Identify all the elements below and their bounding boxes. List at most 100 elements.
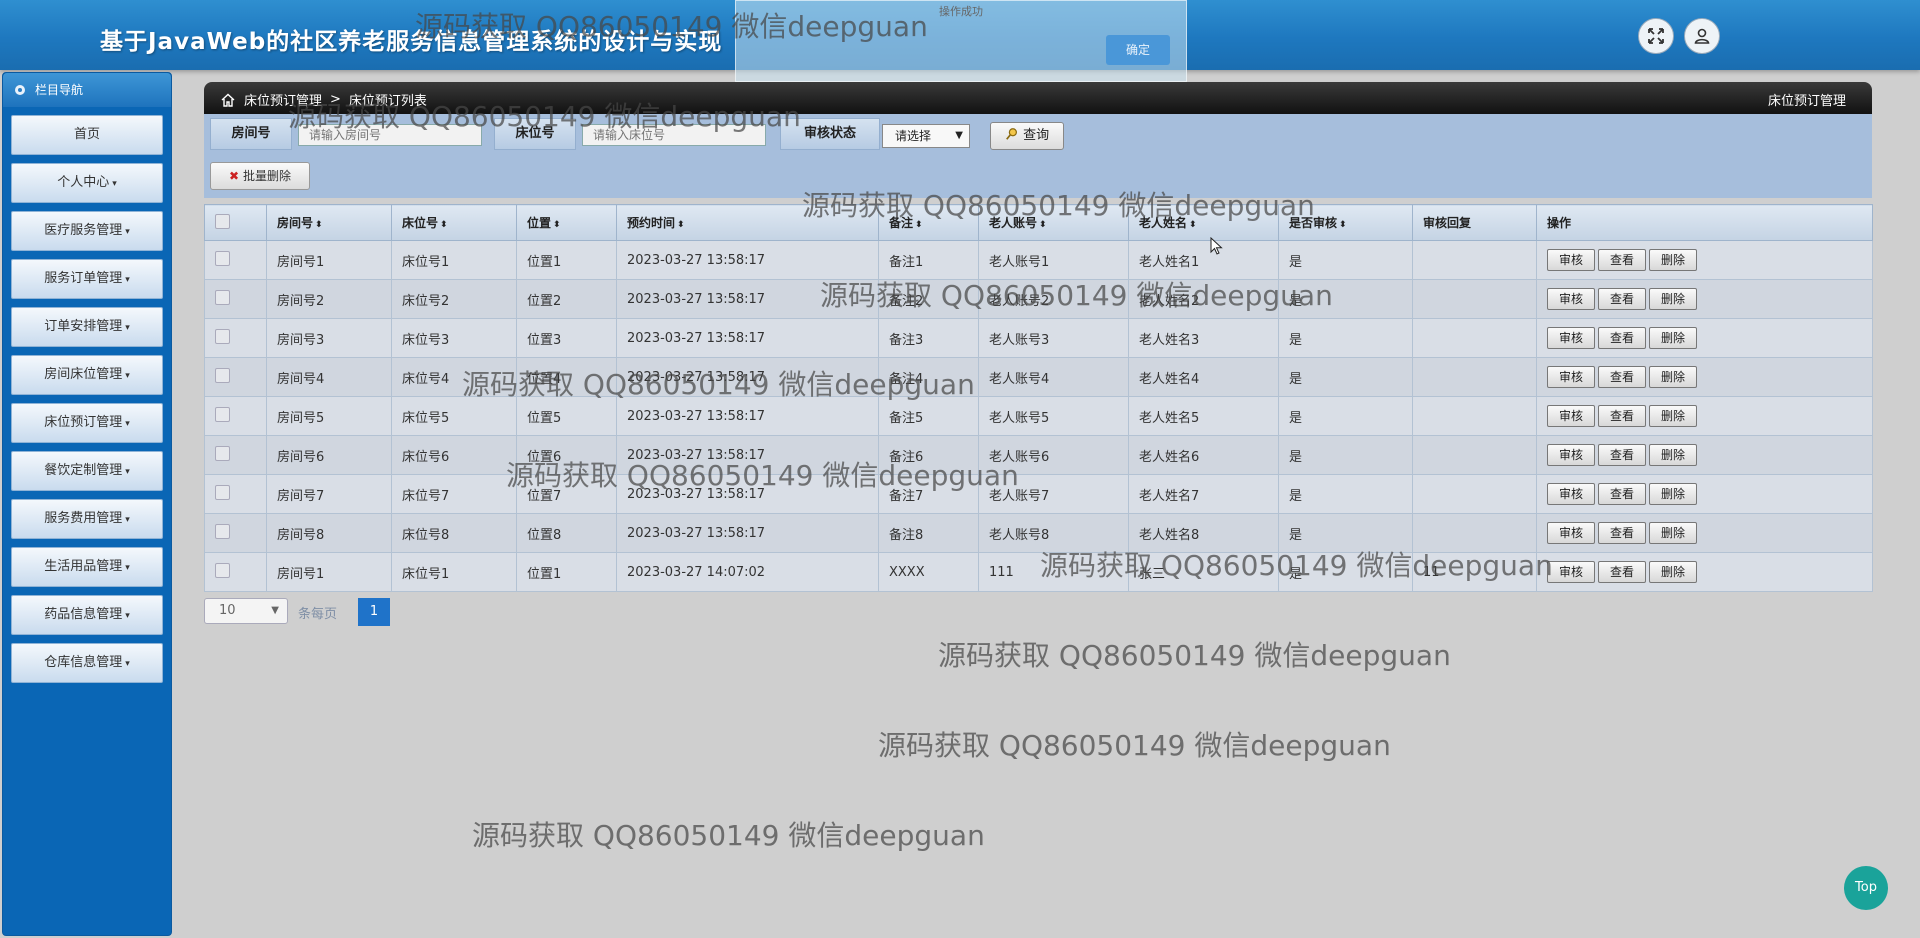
table-row: 房间号7 床位号7 位置7 2023-03-27 13:58:17 备注7 老人账号7 老人… bbox=[204, 474, 1873, 514]
table-cell bbox=[1412, 474, 1537, 514]
caret-down-icon: ▾ bbox=[112, 179, 117, 189]
select-all-checkbox[interactable] bbox=[215, 213, 230, 229]
page-size-value: 10 bbox=[219, 603, 236, 618]
chevron-down-icon: ▼ bbox=[955, 130, 963, 141]
review-button[interactable]: 审核 bbox=[1547, 249, 1595, 271]
row-checkbox[interactable] bbox=[215, 484, 230, 500]
review-button[interactable]: 审核 bbox=[1547, 288, 1595, 310]
bed-input[interactable] bbox=[582, 124, 766, 146]
delete-button[interactable]: 删除 bbox=[1649, 249, 1697, 271]
review-button[interactable]: 审核 bbox=[1547, 327, 1595, 349]
table-cell: 11 bbox=[1412, 552, 1537, 592]
search-button[interactable]: 查询 bbox=[990, 122, 1064, 150]
sidebar-item[interactable]: 仓库信息管理 ▾ bbox=[11, 643, 163, 683]
sidebar-item[interactable]: 房间床位管理 ▾ bbox=[11, 355, 163, 395]
col-elder-name[interactable]: 老人姓名 ⬍ bbox=[1128, 204, 1279, 241]
select-all-cell bbox=[204, 204, 267, 241]
sidebar-item[interactable]: 首页 bbox=[11, 115, 163, 155]
table-cell: 老人姓名1 bbox=[1128, 240, 1279, 280]
row-select-cell bbox=[204, 552, 267, 592]
row-select-cell bbox=[204, 318, 267, 358]
col-location[interactable]: 位置 ⬍ bbox=[516, 204, 617, 241]
delete-button[interactable]: 删除 bbox=[1649, 444, 1697, 466]
col-room[interactable]: 房间号 ⬍ bbox=[266, 204, 392, 241]
view-button[interactable]: 查看 bbox=[1598, 366, 1646, 388]
row-checkbox[interactable] bbox=[215, 367, 230, 383]
view-button[interactable]: 查看 bbox=[1598, 327, 1646, 349]
review-button[interactable]: 审核 bbox=[1547, 444, 1595, 466]
search-form: 房间号 床位号 审核状态 请选择 ▼ 查询 ✖批量删除 bbox=[204, 114, 1872, 198]
user-button[interactable] bbox=[1684, 18, 1720, 54]
delete-button[interactable]: 删除 bbox=[1649, 288, 1697, 310]
col-bed[interactable]: 床位号 ⬍ bbox=[391, 204, 517, 241]
search-button-label: 查询 bbox=[1023, 128, 1050, 143]
row-checkbox[interactable] bbox=[215, 250, 230, 266]
row-checkbox[interactable] bbox=[215, 562, 230, 578]
view-button[interactable]: 查看 bbox=[1598, 483, 1646, 505]
table-cell: 老人姓名4 bbox=[1128, 357, 1279, 397]
caret-down-icon: ▾ bbox=[125, 323, 130, 333]
row-checkbox[interactable] bbox=[215, 406, 230, 422]
sidebar-item-label: 餐饮定制管理 bbox=[44, 463, 123, 478]
sidebar-item[interactable]: 餐饮定制管理 ▾ bbox=[11, 451, 163, 491]
batch-delete-button[interactable]: ✖ 批量删除 bbox=[210, 162, 310, 190]
back-to-top-button[interactable]: Top bbox=[1844, 866, 1888, 910]
delete-button[interactable]: 删除 bbox=[1649, 522, 1697, 544]
table-cell: 是 bbox=[1278, 435, 1413, 475]
table-cell: 床位号3 bbox=[391, 318, 517, 358]
sidebar-item[interactable]: 医疗服务管理 ▾ bbox=[11, 211, 163, 251]
status-select[interactable]: 请选择 ▼ bbox=[882, 124, 970, 148]
review-button[interactable]: 审核 bbox=[1547, 561, 1595, 583]
delete-button[interactable]: 删除 bbox=[1649, 483, 1697, 505]
sidebar-item[interactable]: 个人中心 ▾ bbox=[11, 163, 163, 203]
view-button[interactable]: 查看 bbox=[1598, 444, 1646, 466]
caret-down-icon: ▾ bbox=[125, 419, 130, 429]
col-elder-account[interactable]: 老人账号 ⬍ bbox=[978, 204, 1129, 241]
review-button[interactable]: 审核 bbox=[1547, 405, 1595, 427]
row-checkbox[interactable] bbox=[215, 523, 230, 539]
table-cell bbox=[1412, 357, 1537, 397]
sidebar-item[interactable]: 订单安排管理 ▾ bbox=[11, 307, 163, 347]
sort-icon: ⬍ bbox=[915, 220, 923, 230]
table-cell: 床位号1 bbox=[391, 552, 517, 592]
review-button[interactable]: 审核 bbox=[1547, 366, 1595, 388]
row-checkbox[interactable] bbox=[215, 289, 230, 305]
fullscreen-button[interactable] bbox=[1638, 18, 1674, 54]
sidebar-item[interactable]: 药品信息管理 ▾ bbox=[11, 595, 163, 635]
view-button[interactable]: 查看 bbox=[1598, 249, 1646, 271]
delete-button[interactable]: 删除 bbox=[1649, 327, 1697, 349]
sidebar-item-label: 药品信息管理 bbox=[44, 607, 123, 622]
col-note[interactable]: 备注 ⬍ bbox=[878, 204, 979, 241]
col-reviewed[interactable]: 是否审核 ⬍ bbox=[1278, 204, 1413, 241]
toast-confirm-button[interactable]: 确定 bbox=[1106, 35, 1170, 65]
delete-button[interactable]: 删除 bbox=[1649, 561, 1697, 583]
sidebar-item[interactable]: 生活用品管理 ▾ bbox=[11, 547, 163, 587]
row-actions: 审核 查看 删除 bbox=[1536, 396, 1873, 436]
page-number-button[interactable]: 1 bbox=[358, 598, 390, 626]
view-button[interactable]: 查看 bbox=[1598, 405, 1646, 427]
sidebar-item[interactable]: 服务订单管理 ▾ bbox=[11, 259, 163, 299]
view-button[interactable]: 查看 bbox=[1598, 522, 1646, 544]
view-button[interactable]: 查看 bbox=[1598, 561, 1646, 583]
home-icon[interactable] bbox=[220, 92, 236, 108]
table-cell: 2023-03-27 13:58:17 bbox=[616, 435, 879, 475]
delete-button[interactable]: 删除 bbox=[1649, 405, 1697, 427]
review-button[interactable]: 审核 bbox=[1547, 522, 1595, 544]
view-button[interactable]: 查看 bbox=[1598, 288, 1646, 310]
sidebar-item[interactable]: 床位预订管理 ▾ bbox=[11, 403, 163, 443]
user-icon bbox=[1694, 28, 1710, 44]
breadcrumb-root[interactable]: 床位预订管理 bbox=[244, 90, 322, 109]
room-input[interactable] bbox=[298, 124, 482, 146]
page-size-select[interactable]: 10 ▼ bbox=[204, 598, 288, 624]
row-checkbox[interactable] bbox=[215, 445, 230, 461]
review-button[interactable]: 审核 bbox=[1547, 483, 1595, 505]
col-booking-time[interactable]: 预约时间 ⬍ bbox=[616, 204, 879, 241]
row-select-cell bbox=[204, 279, 267, 319]
sidebar-item[interactable]: 服务费用管理 ▾ bbox=[11, 499, 163, 539]
mouse-cursor-icon bbox=[1210, 237, 1223, 255]
row-actions: 审核 查看 删除 bbox=[1536, 474, 1873, 514]
delete-button[interactable]: 删除 bbox=[1649, 366, 1697, 388]
sidebar-item-label: 个人中心 bbox=[57, 175, 110, 190]
row-checkbox[interactable] bbox=[215, 328, 230, 344]
table-cell: 老人姓名7 bbox=[1128, 474, 1279, 514]
